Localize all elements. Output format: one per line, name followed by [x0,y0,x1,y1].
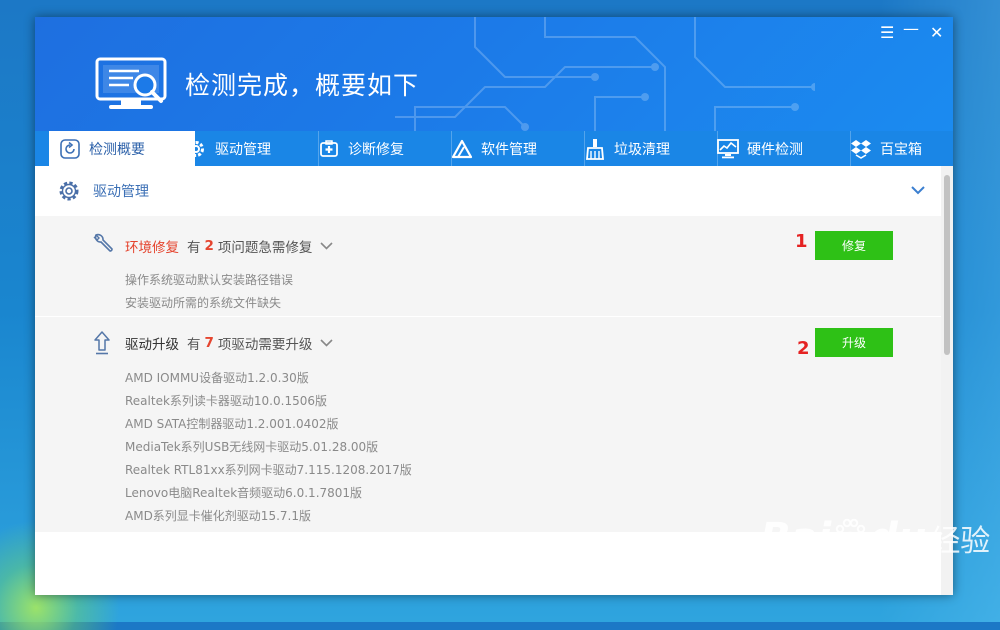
upgrade-title-row[interactable]: 驱动升级 有 7 项驱动需要升级 [125,333,333,353]
driver-item: Realtek RTL81xx系列网卡驱动7.115.1208.2017版 [125,463,412,477]
chevron-down-icon[interactable] [320,242,333,250]
upgrade-group: 驱动升级 有 7 项驱动需要升级 AMD IOMMU设备驱动1.2.0.30版 … [35,317,941,532]
tab-divider [717,131,718,166]
tab-driver-management[interactable]: 驱动管理 [185,131,318,166]
watermark-cn: 经验 [930,524,991,559]
section-header[interactable]: 驱动管理 [35,166,941,216]
monitor-scan-icon [95,57,167,109]
driver-item: AMD系列显卡催化剂驱动15.7.1版 [125,509,311,523]
app-window: ☰ — ✕ 检测完成，概要如下 检测概要 驱动管理 诊断修复 软件管理 垃圾清理… [35,17,953,595]
tab-diagnose-repair[interactable]: 诊断修复 [318,131,451,166]
watermark-brand: Bai [760,515,832,561]
section-title: 驱动管理 [93,184,149,200]
upgrade-title: 驱动升级 [125,337,179,353]
broom-icon [584,138,606,160]
tab-bar: 检测概要 驱动管理 诊断修复 软件管理 垃圾清理 硬件检测 百宝箱 [35,131,953,166]
tab-hardware-detection[interactable]: 硬件检测 [717,131,850,166]
tab-divider [318,131,319,166]
repair-button[interactable]: 修复 [815,231,893,260]
header-banner: ☰ — ✕ 检测完成，概要如下 [35,17,953,131]
count-suffix: 项问题急需修复 [217,240,313,256]
driver-item: MediaTek系列USB无线网卡驱动5.01.28.00版 [125,440,379,454]
menu-button[interactable]: ☰ [880,25,894,41]
marker-2: 2 [797,338,810,359]
scrollbar-thumb[interactable] [944,175,950,355]
gear-icon [185,138,207,160]
repair-item: 操作系统驱动默认安装路径错误 [125,273,294,287]
tab-divider [451,131,452,166]
driver-item: Lenovo电脑Realtek音频驱动6.0.1.7801版 [125,486,363,500]
tab-label: 百宝箱 [880,141,922,158]
monitor-chart-icon [717,138,739,160]
circuit-decoration [395,17,815,131]
upgrade-arrow-icon [94,331,110,355]
count-prefix: 有 [187,337,201,353]
wrench-icon [93,233,113,252]
upgrade-count: 7 [204,335,214,351]
dropbox-icon [850,138,872,160]
tab-software-management[interactable]: 软件管理 [451,131,584,166]
tab-label: 诊断修复 [348,141,404,158]
driver-item: AMD IOMMU设备驱动1.2.0.30版 [125,371,309,385]
tab-toolbox[interactable]: 百宝箱 [850,131,953,166]
close-button[interactable]: ✕ [930,25,943,41]
repair-item: 安装驱动所需的系统文件缺失 [125,296,282,310]
driver-item: AMD SATA控制器驱动1.2.001.0402版 [125,417,339,431]
gear-icon [57,179,81,203]
triangle-icon [451,138,473,160]
tab-label: 驱动管理 [215,141,271,158]
tab-divider [850,131,851,166]
tab-label: 垃圾清理 [614,141,670,158]
marker-1: 1 [795,231,808,252]
chevron-down-icon[interactable] [320,339,333,347]
repair-title: 环境修复 [125,240,179,256]
count-suffix: 项驱动需要升级 [217,337,313,353]
tab-label: 硬件检测 [747,141,803,158]
tab-junk-cleanup[interactable]: 垃圾清理 [584,131,717,166]
paw-icon [836,518,866,549]
baidu-watermark: Bai du 经验 jingyan.baidu.com [760,515,990,576]
repair-title-row[interactable]: 环境修复 有 2 项问题急需修复 [125,236,333,256]
medkit-icon [318,138,340,160]
driver-item: Realtek系列读卡器驱动10.0.1506版 [125,394,327,408]
watermark-brand-2: du [869,515,927,561]
count-prefix: 有 [187,240,201,256]
upgrade-button[interactable]: 升级 [815,328,893,357]
repair-group: 环境修复 有 2 项问题急需修复 操作系统驱动默认安装路径错误 安装驱动所需的系… [35,216,941,316]
tab-overview[interactable]: 检测概要 [49,131,195,166]
tab-label: 软件管理 [481,141,537,158]
refresh-icon [59,138,81,160]
tab-label: 检测概要 [89,141,145,158]
page-title: 检测完成，概要如下 [185,71,420,100]
tab-divider [584,131,585,166]
issue-count: 2 [204,238,214,254]
chevron-down-icon[interactable] [911,186,925,195]
minimize-button[interactable]: — [903,21,919,37]
